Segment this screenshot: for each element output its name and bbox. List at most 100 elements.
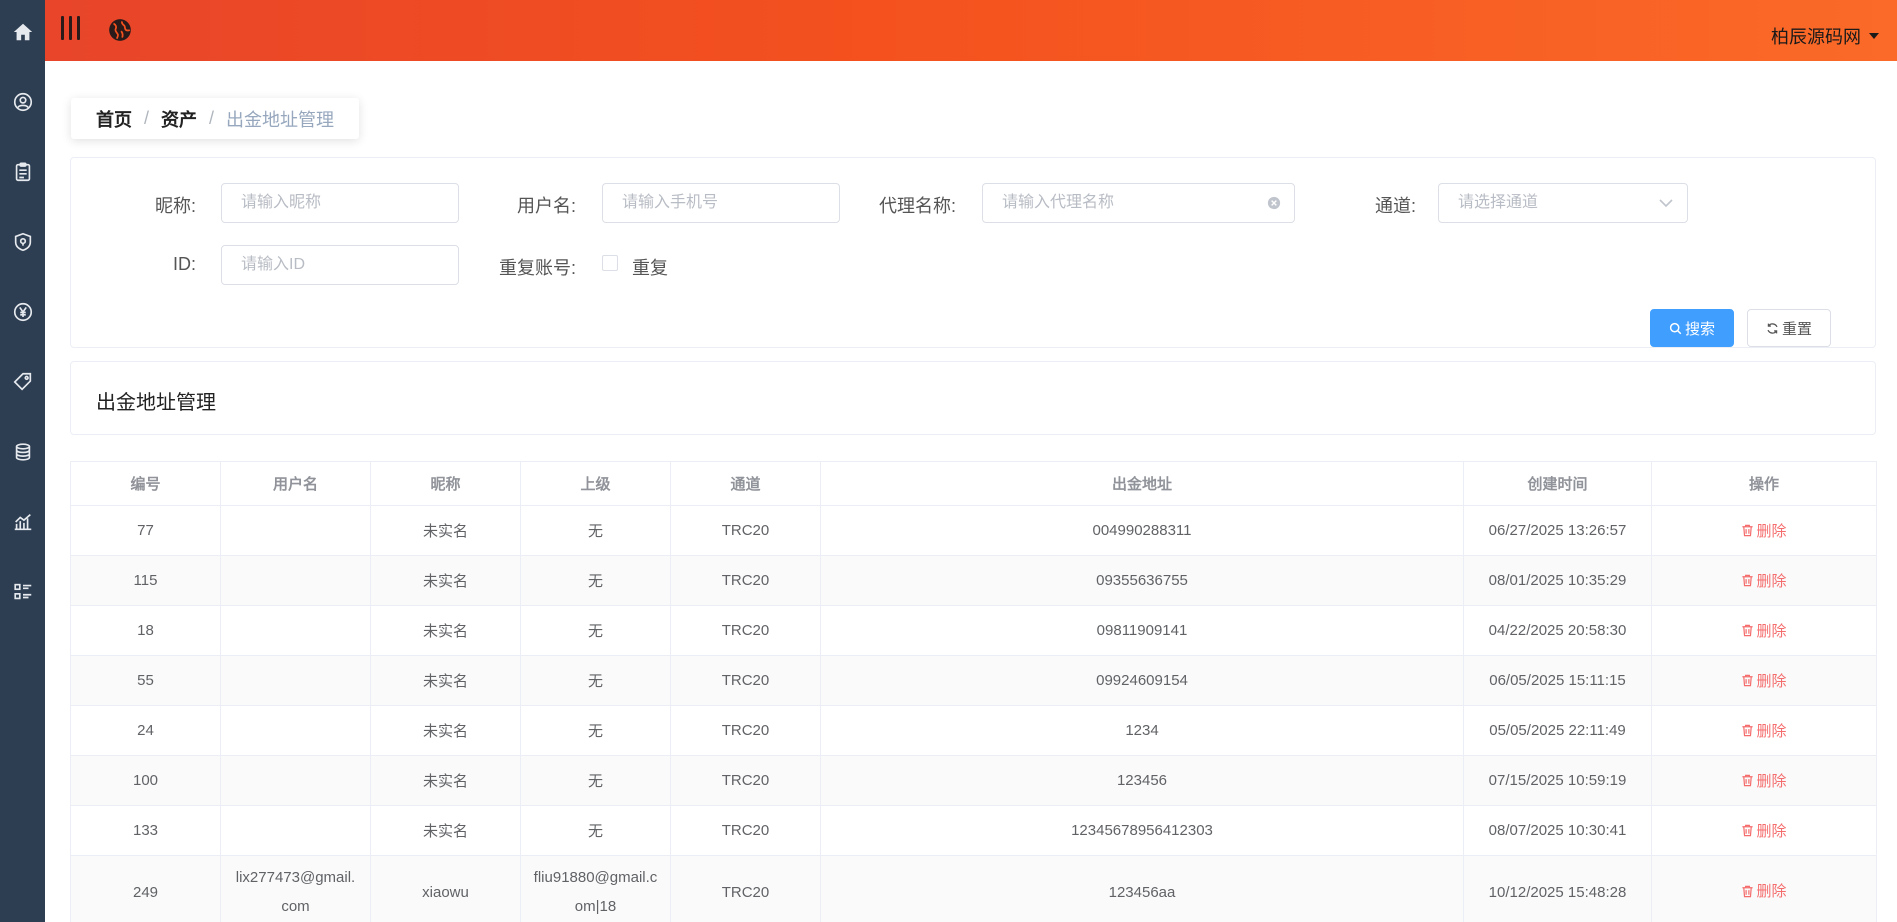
cell-address: 09811909141 <box>820 605 1464 656</box>
cell-channel: TRC20 <box>670 555 821 606</box>
duplicate-checkbox[interactable] <box>602 255 618 271</box>
cell-actions: 删除 <box>1651 705 1877 756</box>
cell-address: 09355636755 <box>820 555 1464 606</box>
sidebar-item-orders[interactable] <box>0 152 45 192</box>
cell-address: 1234 <box>820 705 1464 756</box>
search-button[interactable]: 搜索 <box>1650 309 1734 347</box>
delete-button[interactable]: 删除 <box>1741 570 1787 591</box>
cell-created: 05/05/2025 22:11:49 <box>1463 705 1652 756</box>
cell-channel: TRC20 <box>670 655 821 706</box>
sidebar-item-stats[interactable] <box>0 502 45 542</box>
delete-button[interactable]: 删除 <box>1741 520 1787 541</box>
cell-id: 100 <box>70 755 221 806</box>
delete-label: 删除 <box>1756 673 1787 690</box>
duplicate-checkbox-label[interactable]: 重复 <box>632 254 668 280</box>
cell-channel: TRC20 <box>670 605 821 656</box>
cell-parent: 无 <box>520 505 671 556</box>
address-table: 编号 用户名 昵称 上级 通道 出金地址 创建时间 操作 77 未实名 无 TR… <box>70 461 1877 922</box>
breadcrumb-separator: / <box>209 108 215 128</box>
sidebar-item-home[interactable] <box>0 12 45 52</box>
delete-button[interactable]: 删除 <box>1741 820 1787 841</box>
shield-icon <box>14 232 31 252</box>
cell-nickname: 未实名 <box>370 505 521 556</box>
column-header-username[interactable]: 用户名 <box>220 461 371 506</box>
id-input[interactable] <box>221 245 459 285</box>
table-row: 77 未实名 无 TRC20 004990288311 06/27/2025 1… <box>70 505 1877 556</box>
cell-id: 24 <box>70 705 221 756</box>
clear-icon[interactable] <box>1267 196 1281 210</box>
cell-username <box>220 655 371 706</box>
sidebar <box>0 0 45 922</box>
breadcrumb-assets[interactable]: 资产 <box>161 106 197 132</box>
column-header-parent[interactable]: 上级 <box>520 461 671 506</box>
user-name: 柏辰源码网 <box>1771 27 1861 47</box>
sidebar-item-system[interactable] <box>0 572 45 612</box>
sidebar-item-assets[interactable] <box>0 432 45 472</box>
cell-nickname: 未实名 <box>370 805 521 856</box>
cell-id: 18 <box>70 605 221 656</box>
table-header-row: 编号 用户名 昵称 上级 通道 出金地址 创建时间 操作 <box>70 461 1877 506</box>
cell-id: 133 <box>70 805 221 856</box>
trash-icon <box>1742 774 1754 787</box>
column-header-created[interactable]: 创建时间 <box>1463 461 1652 506</box>
username-input[interactable] <box>602 183 840 223</box>
column-header-channel[interactable]: 通道 <box>670 461 821 506</box>
reset-button[interactable]: 重置 <box>1747 309 1831 347</box>
cell-nickname: 未实名 <box>370 755 521 806</box>
column-header-id[interactable]: 编号 <box>70 461 221 506</box>
top-header: 柏辰源码网 <box>45 0 1897 61</box>
user-menu[interactable]: 柏辰源码网 <box>1771 23 1879 49</box>
delete-button[interactable]: 删除 <box>1741 770 1787 791</box>
sidebar-item-finance[interactable] <box>0 292 45 332</box>
refresh-icon <box>1767 322 1778 334</box>
agent-input[interactable] <box>982 183 1295 223</box>
globe-icon[interactable] <box>107 17 133 43</box>
breadcrumb-separator: / <box>144 108 150 128</box>
user-circle-icon <box>13 92 32 112</box>
search-button-label: 搜索 <box>1684 320 1715 338</box>
cell-parent: 无 <box>520 755 671 806</box>
cell-created: 07/15/2025 10:59:19 <box>1463 755 1652 806</box>
title-panel: 出金地址管理 <box>70 361 1876 435</box>
nickname-label: 昵称: <box>154 196 196 216</box>
channel-select[interactable] <box>1438 183 1688 223</box>
delete-button[interactable]: 删除 <box>1741 720 1787 741</box>
cell-created: 06/05/2025 15:11:15 <box>1463 655 1652 706</box>
trash-icon <box>1742 724 1754 737</box>
delete-label: 删除 <box>1756 773 1787 790</box>
column-header-nickname[interactable]: 昵称 <box>370 461 521 506</box>
cell-nickname: 未实名 <box>370 705 521 756</box>
cell-parent: 无 <box>520 805 671 856</box>
trash-icon <box>1742 574 1754 587</box>
nickname-input[interactable] <box>221 183 459 223</box>
cell-parent[interactable]: fliu91880@gmail.com|18 <box>520 855 671 922</box>
cell-actions: 删除 <box>1651 805 1877 856</box>
cell-id: 55 <box>70 655 221 706</box>
cell-channel: TRC20 <box>670 505 821 556</box>
delete-label: 删除 <box>1756 823 1787 840</box>
cell-id: 115 <box>70 555 221 606</box>
cell-nickname: 未实名 <box>370 655 521 706</box>
username-label: 用户名: <box>516 196 576 216</box>
column-header-address[interactable]: 出金地址 <box>820 461 1464 506</box>
sidebar-item-security[interactable] <box>0 222 45 262</box>
breadcrumb-home[interactable]: 首页 <box>96 106 132 132</box>
delete-button[interactable]: 删除 <box>1741 670 1787 691</box>
cell-nickname: 未实名 <box>370 555 521 606</box>
cell-created: 06/27/2025 13:26:57 <box>1463 505 1652 556</box>
delete-button[interactable]: 删除 <box>1741 620 1787 641</box>
cell-channel: TRC20 <box>670 705 821 756</box>
trash-icon <box>1742 674 1754 687</box>
agent-label: 代理名称: <box>878 196 956 216</box>
cell-actions: 删除 <box>1651 755 1877 806</box>
clipboard-icon <box>15 162 30 182</box>
delete-button[interactable]: 删除 <box>1741 877 1787 906</box>
cell-id: 77 <box>70 505 221 556</box>
hamburger-icon[interactable] <box>61 16 85 42</box>
channel-label: 通道: <box>1374 196 1416 216</box>
search-panel: 昵称: 用户名: 代理名称: 通道: ID: 重复账号: 重复 搜索 重置 <box>70 157 1876 348</box>
cell-actions: 删除 <box>1651 505 1877 556</box>
sidebar-item-tags[interactable] <box>0 362 45 402</box>
sidebar-item-user[interactable] <box>0 82 45 122</box>
cell-actions: 删除 <box>1651 605 1877 656</box>
